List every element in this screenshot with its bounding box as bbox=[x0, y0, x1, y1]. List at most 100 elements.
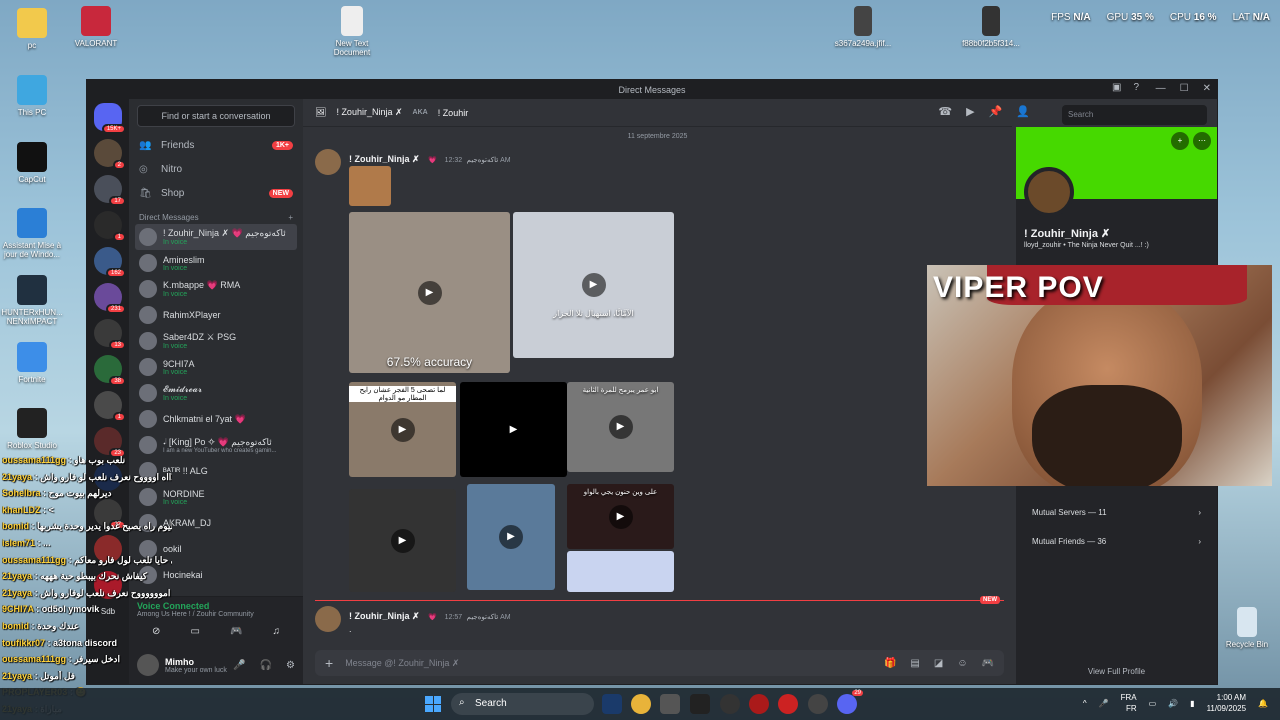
message-author[interactable]: ! Zouhir_Ninja ✗ bbox=[349, 154, 420, 164]
mutual-friends-row[interactable]: Mutual Friends — 36 › bbox=[1024, 528, 1209, 554]
mutual-servers-row[interactable]: Mutual Servers — 11 › bbox=[1024, 499, 1209, 525]
video-attachment[interactable]: لما تصحى 5 الفجر عشان رايح المطار مو الد… bbox=[349, 382, 456, 477]
message-composer[interactable]: + Message @! Zouhir_Ninja ✗ 🎁 ▤ ◪ ☺ 🎮 bbox=[315, 650, 1004, 676]
call-icon[interactable]: ☎ bbox=[938, 105, 952, 118]
server-icon[interactable]: 1 bbox=[94, 211, 126, 242]
desktop-icon-roblox-studio[interactable]: Roblox Studio bbox=[0, 408, 67, 450]
opera-icon[interactable] bbox=[749, 694, 769, 714]
minimize-icon[interactable]: — bbox=[1156, 83, 1166, 94]
discord-home-button[interactable]: 15K+ bbox=[94, 103, 126, 134]
video-attachment[interactable]: ▶ 67.5% accuracy bbox=[349, 212, 510, 373]
play-icon[interactable]: ▶ bbox=[501, 417, 526, 442]
opera-gx-icon[interactable] bbox=[778, 694, 798, 714]
activity-icon[interactable]: 🎮 bbox=[230, 626, 242, 637]
photos-icon[interactable] bbox=[660, 694, 680, 714]
desktop-icon-valorant[interactable]: VALORANT bbox=[61, 6, 131, 48]
microphone-icon[interactable]: 🎤 bbox=[233, 660, 245, 671]
video-attachment[interactable]: ▶ bbox=[467, 484, 555, 590]
video-attachment[interactable]: ابو عمر يبرمج للمرة الثانية ▶ bbox=[567, 382, 674, 472]
desktop-icon-fortnite[interactable]: Fortnite bbox=[0, 342, 67, 384]
video-attachment[interactable]: ▶ bbox=[349, 489, 456, 592]
chevron-up-icon[interactable]: ^ bbox=[1083, 699, 1087, 708]
video-call-icon[interactable]: ▶ bbox=[966, 105, 974, 118]
dm-item[interactable]: Chlkmatni el 7yat 💗 bbox=[135, 406, 297, 432]
dm-item[interactable]: ! Zouhir_Ninja ✗ 💗 ئاكەتوەجيم In voice bbox=[135, 224, 297, 250]
view-full-profile-link[interactable]: View Full Profile bbox=[1016, 667, 1217, 676]
play-icon[interactable]: ▶ bbox=[390, 528, 415, 553]
gear-icon[interactable]: ⚙ bbox=[286, 660, 295, 671]
chatgpt-icon[interactable] bbox=[690, 694, 710, 714]
desktop-icon-pc[interactable]: pc bbox=[0, 8, 67, 50]
nav-shop[interactable]: 🛍 Shop NEW bbox=[129, 181, 303, 205]
server-icon[interactable]: 38 bbox=[94, 355, 126, 386]
desktop-icon-this-pc[interactable]: This PC bbox=[0, 75, 67, 117]
help-icon[interactable]: ? bbox=[1133, 82, 1139, 93]
dm-item[interactable]: RahimXPlayer bbox=[135, 302, 297, 328]
desktop-icon-capcut[interactable]: CapCut bbox=[0, 142, 67, 184]
more-icon[interactable]: ⋯ bbox=[1193, 132, 1211, 150]
maximize-icon[interactable]: ☐ bbox=[1180, 83, 1189, 94]
find-conversation-button[interactable]: Find or start a conversation bbox=[137, 105, 295, 127]
sticker-image[interactable] bbox=[349, 166, 391, 206]
add-friend-icon[interactable]: + bbox=[1171, 132, 1189, 150]
emoji-icon[interactable]: ☺ bbox=[957, 658, 967, 669]
server-icon[interactable]: 1 bbox=[94, 391, 126, 422]
server-icon[interactable]: 17 bbox=[94, 175, 126, 206]
server-icon[interactable]: 2 bbox=[94, 139, 126, 170]
inbox-icon[interactable]: ▣ bbox=[1112, 82, 1121, 93]
dm-item[interactable]: 𝓔𝓶𝓲𝓭𝓻𝓮𝓪𝓻 In voice bbox=[135, 380, 297, 406]
language-indicator[interactable]: FRA FR bbox=[1121, 692, 1137, 714]
soundboard-icon[interactable]: ♫ bbox=[272, 626, 280, 637]
app-icon[interactable] bbox=[720, 694, 740, 714]
desktop-icon-hunter[interactable]: HUNTERxHUN... NENxIMPACT bbox=[0, 275, 67, 326]
image-attachment[interactable] bbox=[567, 551, 674, 592]
nav-friends[interactable]: 👥 Friends 1K+ bbox=[129, 133, 303, 157]
play-icon[interactable]: ▶ bbox=[608, 504, 633, 529]
play-icon[interactable]: ▶ bbox=[417, 280, 442, 305]
avatar[interactable] bbox=[315, 149, 341, 175]
play-icon[interactable]: ▶ bbox=[499, 525, 523, 549]
avatar[interactable] bbox=[1024, 167, 1074, 217]
desktop-icon-recycle-bin[interactable]: Recycle Bin bbox=[1212, 607, 1280, 649]
play-icon[interactable]: ▶ bbox=[390, 417, 415, 442]
network-icon[interactable]: ▭ bbox=[1149, 699, 1157, 708]
obs-icon[interactable] bbox=[808, 694, 828, 714]
clock[interactable]: 1:00 AM 11/09/2025 bbox=[1207, 692, 1246, 714]
taskbar-search[interactable]: ⌕ Search bbox=[451, 693, 594, 715]
header-search-input[interactable]: Search bbox=[1062, 105, 1207, 125]
desktop-icon-windows-update[interactable]: Assistant Mise à jour de Windo... bbox=[0, 208, 67, 259]
notification-icon[interactable]: 🔔 bbox=[1258, 699, 1268, 708]
plus-icon[interactable]: + bbox=[325, 655, 333, 671]
discord-icon[interactable]: 29 bbox=[837, 690, 863, 714]
battery-icon[interactable]: ▮ bbox=[1190, 699, 1194, 708]
headphones-icon[interactable]: 🎧 bbox=[260, 660, 272, 671]
avatar[interactable] bbox=[315, 606, 341, 632]
nav-nitro[interactable]: ◎ Nitro bbox=[129, 157, 303, 181]
server-icon[interactable]: 13 bbox=[94, 319, 126, 350]
close-icon[interactable]: ✕ bbox=[1203, 83, 1211, 94]
server-icon[interactable]: 162 bbox=[94, 247, 126, 278]
message-author[interactable]: ! Zouhir_Ninja ✗ bbox=[349, 611, 420, 621]
microphone-icon[interactable]: 🎤 bbox=[1099, 699, 1109, 708]
dm-item[interactable]: Amineslim In voice bbox=[135, 250, 297, 276]
play-icon[interactable]: ▶ bbox=[608, 415, 633, 439]
start-button[interactable] bbox=[425, 696, 441, 712]
gift-icon[interactable]: 🎁 bbox=[884, 658, 896, 669]
add-friend-icon[interactable]: 👤 bbox=[1016, 105, 1030, 118]
video-attachment[interactable]: علی وین حنون يجي بالواو ▶ bbox=[567, 484, 674, 549]
dm-item[interactable]: K.mbappe 💗 RMA In voice bbox=[135, 276, 297, 302]
video-attachment[interactable]: ▶ bbox=[460, 382, 567, 477]
add-dm-icon[interactable]: + bbox=[288, 213, 293, 222]
play-icon[interactable]: ▶ bbox=[581, 273, 606, 297]
screen-share-icon[interactable]: ▭ bbox=[190, 626, 199, 637]
volume-icon[interactable]: 🔊 bbox=[1168, 699, 1178, 708]
dm-item[interactable]: 9CHI7A In voice bbox=[135, 354, 297, 380]
apps-icon[interactable]: 🎮 bbox=[982, 658, 994, 669]
desktop-icon-image-1[interactable]: s367a249a.jfif... bbox=[828, 6, 898, 48]
sticker-icon[interactable]: ◪ bbox=[934, 658, 943, 669]
server-icon[interactable]: 231 bbox=[94, 283, 126, 314]
pin-icon[interactable]: 📌 bbox=[989, 105, 1003, 118]
gif-icon[interactable]: ▤ bbox=[910, 658, 919, 669]
steam-icon[interactable] bbox=[602, 694, 622, 714]
desktop-icon-text-document[interactable]: New Text Document bbox=[317, 6, 387, 57]
